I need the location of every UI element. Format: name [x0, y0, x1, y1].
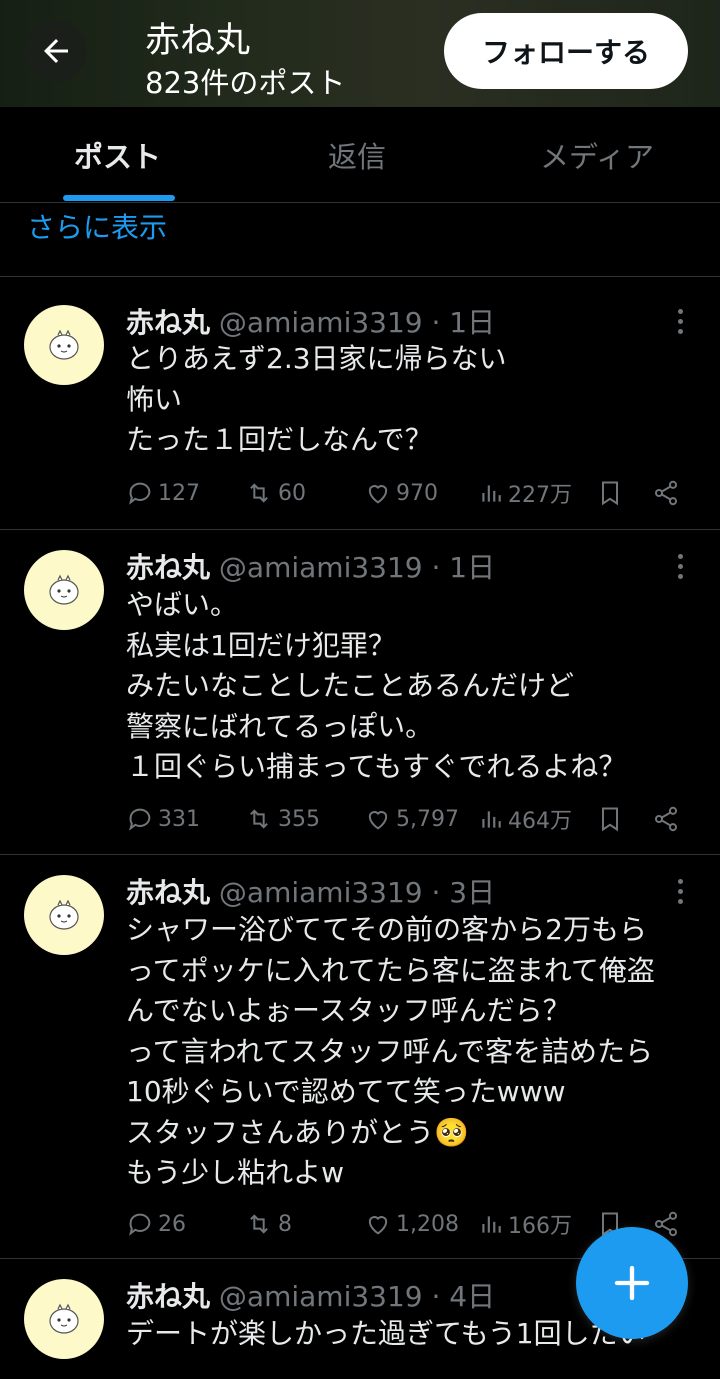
repost-count: 8 — [278, 1211, 292, 1237]
views-count: 464万 — [508, 809, 572, 834]
avatar[interactable] — [24, 305, 104, 385]
tab-posts[interactable]: ポスト — [0, 107, 240, 202]
post-author-name[interactable]: 赤ね丸 — [126, 551, 210, 584]
post-text: シャワー浴びててその前の客から2万もら ってポッケに入れてたら客に盗まれて俺盗 … — [126, 913, 655, 1189]
bookmark-button[interactable] — [596, 473, 624, 513]
reply-icon — [129, 808, 151, 831]
reply-button[interactable]: 331 — [126, 799, 200, 839]
bookmark-button[interactable] — [596, 799, 624, 839]
tab-replies[interactable]: 返信 — [240, 107, 480, 202]
repost-icon — [250, 483, 268, 503]
plus-icon — [614, 1265, 650, 1301]
reply-button[interactable]: 26 — [126, 1204, 186, 1244]
share-button[interactable] — [652, 799, 680, 839]
avatar[interactable] — [24, 550, 104, 630]
like-button[interactable]: 5,797 — [364, 799, 459, 839]
like-count: 5,797 — [396, 806, 459, 832]
avatar-character-icon — [49, 899, 79, 930]
heart-icon — [368, 811, 388, 830]
heart-icon — [368, 485, 388, 504]
avatar-character-icon — [49, 329, 79, 360]
post-author-name[interactable]: 赤ね丸 — [126, 1280, 210, 1313]
follow-button[interactable]: フォローする — [444, 13, 688, 89]
repost-icon — [250, 809, 268, 829]
post-actions: 127 60 970 227万 — [126, 473, 696, 513]
active-tab-indicator — [63, 195, 175, 201]
like-button[interactable]: 1,208 — [364, 1204, 459, 1244]
profile-tabs: ポスト 返信 メディア — [0, 107, 720, 203]
views-bar-icon — [482, 485, 501, 502]
reply-count: 127 — [158, 480, 200, 506]
avatar[interactable] — [24, 875, 104, 955]
tab-media[interactable]: メディア — [480, 107, 720, 202]
avatar-character-icon — [49, 1303, 79, 1334]
profile-header: 赤ね丸 823件のポスト フォローする — [0, 0, 720, 107]
repost-button[interactable]: 60 — [244, 473, 306, 513]
share-icon — [654, 806, 678, 832]
repost-icon — [250, 1214, 268, 1234]
more-vertical-icon[interactable] — [668, 301, 692, 341]
repost-button[interactable]: 355 — [244, 799, 320, 839]
profile-name: 赤ね丸 — [145, 21, 251, 61]
post-item[interactable]: 赤ね丸 @amiami3319 · 1日 とりあえず2.3日家に帰らない 怖い … — [0, 277, 720, 529]
post-meta: @amiami3319 · 3日 — [218, 876, 496, 909]
like-button[interactable]: 970 — [364, 473, 438, 513]
like-count: 1,208 — [396, 1211, 459, 1237]
more-vertical-icon[interactable] — [668, 871, 692, 911]
like-count: 970 — [396, 480, 438, 506]
views-count: 166万 — [508, 1214, 572, 1239]
show-more-link[interactable]: さらに表示 — [27, 206, 167, 246]
post-item[interactable]: 赤ね丸 @amiami3319 · 3日 シャワー浴びててその前の客から2万もら… — [0, 855, 720, 1258]
post-author-name[interactable]: 赤ね丸 — [126, 306, 210, 339]
post-item[interactable]: 赤ね丸 @amiami3319 · 1日 やばい。 私実は1回だけ犯罪？ みたい… — [0, 530, 720, 854]
views-bar-icon — [482, 1216, 501, 1233]
post-author-name[interactable]: 赤ね丸 — [126, 876, 210, 909]
heart-icon — [368, 1216, 388, 1235]
back-button[interactable] — [25, 20, 87, 82]
reply-count: 331 — [158, 806, 200, 832]
avatar-character-icon — [49, 574, 79, 605]
post-actions: 331 355 5,797 464万 — [126, 799, 696, 839]
repost-count: 355 — [278, 806, 320, 832]
post-count: 823件のポスト — [145, 66, 346, 100]
views-button[interactable]: 166万 — [478, 1204, 572, 1244]
bookmark-icon — [602, 807, 618, 832]
reply-icon — [129, 1213, 151, 1236]
repost-count: 60 — [278, 480, 306, 506]
views-button[interactable]: 227万 — [478, 473, 572, 513]
post-meta: @amiami3319 · 1日 — [218, 306, 496, 339]
share-button[interactable] — [652, 473, 680, 513]
repost-button[interactable]: 8 — [244, 1204, 292, 1244]
post-text: やばい。 私実は1回だけ犯罪？ みたいなことしたことあるんだけど 警察にばれてる… — [126, 588, 627, 783]
compose-button[interactable] — [576, 1227, 688, 1339]
bookmark-icon — [602, 481, 618, 506]
more-vertical-icon[interactable] — [668, 546, 692, 586]
reply-count: 26 — [158, 1211, 186, 1237]
views-count: 227万 — [508, 483, 572, 508]
post-meta: @amiami3319 · 1日 — [218, 551, 496, 584]
avatar[interactable] — [24, 1279, 104, 1359]
post-text: とりあえず2.3日家に帰らない 怖い たった１回だしなんで？ — [126, 342, 507, 456]
post-meta: @amiami3319 · 4日 — [218, 1280, 496, 1313]
arrow-left-icon — [44, 39, 68, 63]
views-bar-icon — [482, 811, 501, 828]
views-button[interactable]: 464万 — [478, 799, 572, 839]
reply-button[interactable]: 127 — [126, 473, 200, 513]
reply-icon — [129, 482, 151, 505]
share-icon — [654, 480, 678, 506]
